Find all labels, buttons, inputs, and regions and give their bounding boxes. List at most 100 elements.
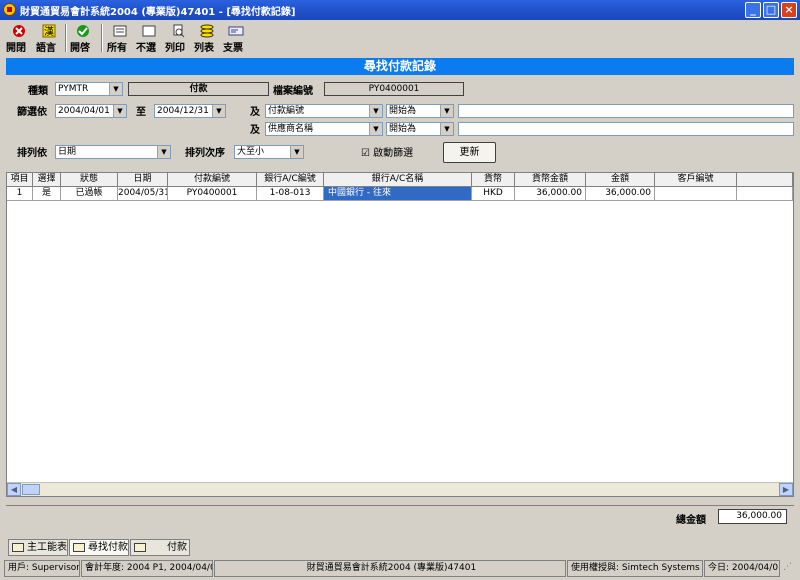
chevron-down-icon: ▼ — [440, 123, 453, 135]
date-from-picker[interactable]: 2004/04/01 ▼ — [55, 104, 127, 118]
cell-status: 已過帳 — [61, 187, 118, 201]
column-header[interactable]: 日期 — [118, 173, 168, 187]
and-label-1: 及 — [250, 107, 260, 118]
horizontal-scrollbar[interactable]: ◀ ▶ — [7, 482, 793, 496]
status-user: 用戶: Supervisor — [4, 560, 80, 577]
filter-cond-2-value: 開始為 — [389, 124, 417, 134]
tab-payment-label: 付款 — [167, 542, 187, 553]
table-row[interactable]: 1 是 已過帳 2004/05/31 PY0400001 1-08-013 中國… — [7, 187, 793, 201]
cell-date: 2004/05/31 — [118, 187, 168, 201]
close-tool-button[interactable]: 開閉 — [6, 22, 32, 54]
column-header[interactable] — [737, 173, 793, 187]
svg-text:漢: 漢 — [44, 25, 54, 38]
file-no-display: PY0400001 — [324, 82, 464, 96]
minimize-button[interactable]: _ — [745, 2, 761, 18]
filter-value-2-input[interactable] — [458, 122, 794, 136]
form-header: 尋找付款記錄 — [6, 58, 794, 75]
list-button[interactable]: 列表 — [194, 22, 220, 54]
cell-payment-no: PY0400001 — [168, 187, 257, 201]
enable-filter-checkbox[interactable]: ☑ 啟動篩選 — [361, 144, 413, 159]
tab-payment[interactable]: 付款 — [130, 539, 190, 556]
sort-by-label: 排列依 — [17, 148, 47, 159]
cell-bank-ac-no: 1-08-013 — [257, 187, 324, 201]
column-header[interactable]: 銀行A/C名稱 — [324, 173, 472, 187]
chevron-down-icon: ▼ — [157, 146, 170, 158]
window-tab-icon — [73, 543, 85, 552]
select-all-label: 所有 — [107, 43, 127, 54]
list-icon — [200, 24, 214, 38]
chevron-down-icon: ▼ — [113, 105, 126, 117]
status-system: 財貿通貿易會計系統2004 (專業版)47401 — [214, 560, 566, 577]
print-button[interactable]: 列印 — [165, 22, 191, 54]
chevron-down-icon: ▼ — [440, 105, 453, 117]
deselect-icon — [142, 25, 156, 37]
maximize-button[interactable]: □ — [763, 2, 779, 18]
column-header[interactable]: 項目 — [7, 173, 33, 187]
sort-by-select[interactable]: 日期 ▼ — [55, 145, 171, 159]
scrollbar-thumb[interactable] — [22, 484, 40, 495]
date-to-picker[interactable]: 2004/12/31 ▼ — [154, 104, 226, 118]
deselect-button[interactable]: 不選 — [136, 22, 162, 54]
print-label: 列印 — [165, 43, 185, 54]
filter-cond-2-select[interactable]: 開始為 ▼ — [386, 122, 454, 136]
filter-field-2-select[interactable]: 供應商名稱 ▼ — [265, 122, 383, 136]
filter-label: 篩選依 — [17, 107, 47, 118]
filter-field-1-select[interactable]: 付款編號 ▼ — [265, 104, 383, 118]
column-header[interactable]: 貨幣金額 — [515, 173, 586, 187]
refresh-button[interactable]: 更新 — [443, 142, 496, 163]
chevron-down-icon: ▼ — [212, 105, 225, 117]
cell-currency-amount: 36,000.00 — [515, 187, 586, 201]
type-label: 種類 — [28, 86, 48, 97]
language-button[interactable]: 漢 語言 — [36, 22, 62, 54]
select-all-icon — [113, 25, 127, 37]
scroll-left-icon[interactable]: ◀ — [7, 483, 21, 496]
tab-find-payment[interactable]: 尋找付款 — [69, 539, 129, 556]
app-icon[interactable] — [3, 3, 16, 16]
window-tab-icon — [12, 543, 24, 552]
language-icon: 漢 — [42, 24, 56, 38]
cell-bank-ac-name: 中國銀行 - 往來 — [324, 187, 472, 201]
window-title: 財貿通貿易會計系統2004 (專業版)47401 - [尋找付款記錄] — [20, 7, 296, 18]
cell-currency: HKD — [472, 187, 515, 201]
filter-value-1-input[interactable] — [458, 104, 794, 118]
results-grid: 項目 選擇 狀態 日期 付款編號 銀行A/C編號 銀行A/C名稱 貨幣 貨幣金額… — [6, 172, 794, 497]
column-header[interactable]: 金額 — [586, 173, 655, 187]
column-header[interactable]: 選擇 — [33, 173, 61, 187]
column-header[interactable]: 客戶編號 — [655, 173, 737, 187]
cell-amount: 36,000.00 — [586, 187, 655, 201]
chevron-down-icon: ▼ — [369, 105, 382, 117]
close-button[interactable]: × — [781, 2, 797, 18]
toolbar-separator — [101, 24, 103, 52]
column-header[interactable]: 銀行A/C編號 — [257, 173, 324, 187]
resize-grip-icon[interactable]: ⋰ — [783, 562, 797, 576]
sort-order-label: 排列次序 — [185, 148, 225, 159]
window-tab-icon — [134, 543, 146, 552]
select-all-button[interactable]: 所有 — [107, 22, 133, 54]
open-button[interactable]: 開啓 — [70, 22, 96, 54]
type-select[interactable]: PYMTR ▼ — [55, 82, 123, 96]
title-bar[interactable]: 財貿通貿易會計系統2004 (專業版)47401 - [尋找付款記錄] _ □ … — [0, 0, 800, 20]
column-header[interactable]: 付款編號 — [168, 173, 257, 187]
filter-cond-1-select[interactable]: 開始為 ▼ — [386, 104, 454, 118]
cheque-button[interactable]: 支票 — [223, 22, 249, 54]
column-header[interactable]: 貨幣 — [472, 173, 515, 187]
filter-field-1-value: 付款編號 — [268, 106, 305, 116]
grid-header: 項目 選擇 狀態 日期 付款編號 銀行A/C編號 銀行A/C名稱 貨幣 貨幣金額… — [7, 173, 793, 187]
column-header[interactable]: 狀態 — [61, 173, 118, 187]
chevron-down-icon: ▼ — [369, 123, 382, 135]
tab-main-menu[interactable]: 主工能表 — [8, 539, 68, 556]
file-no-label: 檔案編號 — [273, 86, 313, 97]
deselect-label: 不選 — [136, 43, 156, 54]
tab-main-menu-label: 主工能表 — [27, 542, 67, 553]
scroll-right-icon[interactable]: ▶ — [779, 483, 793, 496]
sort-order-select[interactable]: 大至小 ▼ — [234, 145, 304, 159]
tab-find-payment-label: 尋找付款 — [88, 542, 128, 553]
checkbox-checked-icon: ☑ — [361, 148, 370, 159]
cell-select[interactable]: 是 — [33, 187, 61, 201]
cell-customer-no — [655, 187, 737, 201]
chevron-down-icon: ▼ — [109, 83, 122, 95]
status-today: 今日: 2004/04/01 — [704, 560, 780, 577]
open-label: 開啓 — [70, 43, 90, 54]
to-label: 至 — [136, 107, 146, 118]
status-fiscal-year: 會計年度: 2004 P1, 2004/04/01 — [81, 560, 213, 577]
